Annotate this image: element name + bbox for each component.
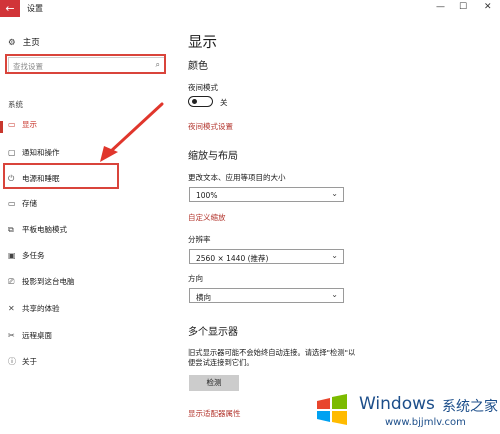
home-label: 主页 <box>22 38 40 48</box>
maximize-button[interactable]: ☐ <box>459 2 467 12</box>
back-arrow-icon: ← <box>5 2 15 15</box>
toggle-knob <box>192 99 197 104</box>
notification-icon: ▢ <box>8 148 16 157</box>
sidebar-item-label: 显示 <box>22 120 37 129</box>
scale-label: 更改文本、应用等项目的大小 <box>188 173 286 182</box>
gear-icon: ⚙ <box>8 38 16 48</box>
multi-display-description: 旧式显示器可能不会始终自动连接。请选择"检测"以便尝试连接到它们。 <box>188 348 356 367</box>
projector-icon: ⎚ <box>8 277 15 286</box>
night-mode-toggle[interactable] <box>188 96 213 107</box>
night-mode-label: 夜间模式 <box>188 83 218 92</box>
detect-button[interactable]: 检测 <box>189 375 239 391</box>
back-button[interactable]: ← <box>0 0 20 17</box>
window-title: 设置 <box>27 4 43 13</box>
resolution-dropdown[interactable]: 2560 × 1440 (推荐) ⌄ <box>189 249 344 264</box>
orientation-value: 横向 <box>196 293 211 302</box>
sidebar-item-about[interactable]: ⓘ 关于 <box>8 356 37 370</box>
resolution-label: 分辨率 <box>188 235 211 244</box>
sidebar-item-notifications[interactable]: ▢ 通知和操作 <box>8 147 60 161</box>
sidebar-item-storage[interactable]: ▭ 存储 <box>8 198 37 212</box>
storage-icon: ▭ <box>8 199 16 208</box>
chevron-down-icon: ⌄ <box>331 251 338 260</box>
custom-scale-link[interactable]: 自定义缩放 <box>188 212 226 223</box>
sidebar-item-display[interactable]: ▭ 显示 <box>8 119 37 133</box>
sidebar-item-shared-experiences[interactable]: ✕ 共享的体验 <box>8 303 60 317</box>
page-title: 显示 <box>188 35 217 51</box>
power-highlight-box <box>3 163 119 189</box>
watermark: Windows 系统之家 www.bjjmlv.com <box>313 390 498 434</box>
chevron-down-icon: ⌄ <box>331 189 338 198</box>
tablet-icon: ⧉ <box>8 225 14 234</box>
chevron-down-icon: ⌄ <box>331 290 338 299</box>
night-mode-state: 关 <box>220 98 228 107</box>
sidebar-item-label: 平板电脑模式 <box>22 225 67 234</box>
color-heading: 颜色 <box>188 61 208 72</box>
sidebar-item-remote-desktop[interactable]: ✂ 远程桌面 <box>8 330 52 344</box>
minimize-button[interactable]: — <box>436 2 445 12</box>
monitor-icon: ▭ <box>8 120 16 129</box>
search-highlight-box <box>5 54 166 74</box>
display-adapter-properties-link[interactable]: 显示适配器属性 <box>188 408 241 419</box>
sidebar-item-label: 通知和操作 <box>22 148 60 157</box>
sidebar-item-label: 投影到这台电脑 <box>22 277 75 286</box>
watermark-brand: Windows <box>359 394 435 414</box>
close-button[interactable]: ✕ <box>484 2 492 12</box>
watermark-url: www.bjjmlv.com <box>385 417 466 428</box>
windows-logo-icon <box>317 394 347 425</box>
sidebar-item-label: 多任务 <box>22 251 45 260</box>
title-bar: ← 设置 — ☐ ✕ <box>0 0 500 17</box>
section-label: 系统 <box>8 100 23 109</box>
info-icon: ⓘ <box>8 357 16 366</box>
sidebar-item-label: 关于 <box>22 357 37 366</box>
scale-value: 100% <box>196 191 218 200</box>
orientation-dropdown[interactable]: 横向 ⌄ <box>189 288 344 303</box>
multi-display-heading: 多个显示器 <box>188 327 238 338</box>
home-link[interactable]: ⚙ 主页 <box>8 36 40 48</box>
share-icon: ✕ <box>8 304 15 313</box>
sidebar-item-label: 远程桌面 <box>22 331 52 340</box>
night-mode-settings-link[interactable]: 夜间模式设置 <box>188 121 233 132</box>
sidebar: ⚙ 主页 查找设置 ⌕ 系统 ▭ 显示 ▢ 通知和操作 ⏻ 电源和睡眠 ▭ 存储 ⧉ 平板… <box>0 17 172 434</box>
sidebar-item-label: 共享的体验 <box>22 304 60 313</box>
resolution-value: 2560 × 1440 (推荐) <box>196 254 269 263</box>
main-content: 显示 颜色 夜间模式 关 夜间模式设置 缩放与布局 更改文本、应用等项目的大小 … <box>188 17 500 434</box>
sidebar-item-tablet-mode[interactable]: ⧉ 平板电脑模式 <box>8 224 67 238</box>
scale-heading: 缩放与布局 <box>188 151 238 162</box>
sidebar-item-projecting[interactable]: ⎚ 投影到这台电脑 <box>8 276 75 290</box>
scale-dropdown[interactable]: 100% ⌄ <box>189 187 344 202</box>
watermark-brand-cn: 系统之家 <box>442 399 498 415</box>
remote-desktop-icon: ✂ <box>8 331 15 340</box>
orientation-label: 方向 <box>188 274 203 283</box>
active-indicator <box>0 121 3 133</box>
sidebar-item-multitasking[interactable]: ▣ 多任务 <box>8 250 45 264</box>
multitask-icon: ▣ <box>8 251 16 260</box>
sidebar-item-label: 存储 <box>22 199 37 208</box>
